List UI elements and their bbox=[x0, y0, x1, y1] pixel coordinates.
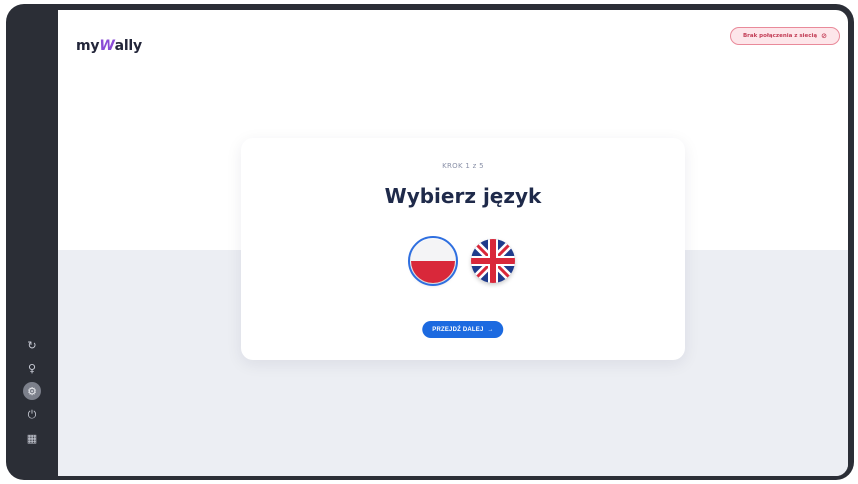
main-screen: myWally Brak połączenia z siecią ⊘ KROK … bbox=[58, 10, 848, 476]
connection-status-badge: Brak połączenia z siecią ⊘ bbox=[729, 27, 840, 45]
uk-flag-icon bbox=[471, 239, 515, 283]
language-options bbox=[241, 236, 685, 286]
settings-icon[interactable]: ⚙ bbox=[23, 382, 41, 400]
next-button-label: PRZEJDŹ DALEJ bbox=[432, 326, 484, 333]
power-icon[interactable]: ⏻ bbox=[23, 406, 41, 424]
step-indicator: KROK 1 z 5 bbox=[442, 162, 484, 170]
refresh-icon[interactable]: ↻ bbox=[23, 336, 41, 354]
grid-icon[interactable]: ▦ bbox=[23, 429, 41, 447]
english-flag-button[interactable] bbox=[471, 239, 515, 283]
app-logo: myWally bbox=[76, 38, 142, 54]
device-frame: ↻ ♀ ⚙ ⏻ ▦ myWally Brak połączenia z siec… bbox=[6, 4, 854, 480]
page-title: Wybierz język bbox=[384, 184, 542, 208]
next-button[interactable]: PRZEJDŹ DALEJ → bbox=[422, 321, 504, 338]
sidebar: ↻ ♀ ⚙ ⏻ ▦ bbox=[6, 4, 58, 480]
polish-flag-button[interactable] bbox=[408, 236, 458, 286]
wifi-off-icon: ⊘ bbox=[821, 32, 827, 40]
lightbulb-icon[interactable]: ♀ bbox=[23, 359, 41, 377]
language-card: KROK 1 z 5 Wybierz język PRZEJDŹ DALEJ → bbox=[241, 138, 685, 360]
polish-flag-icon bbox=[411, 239, 455, 283]
connection-status-text: Brak połączenia z siecią bbox=[742, 33, 818, 39]
arrow-right-icon: → bbox=[487, 326, 494, 333]
